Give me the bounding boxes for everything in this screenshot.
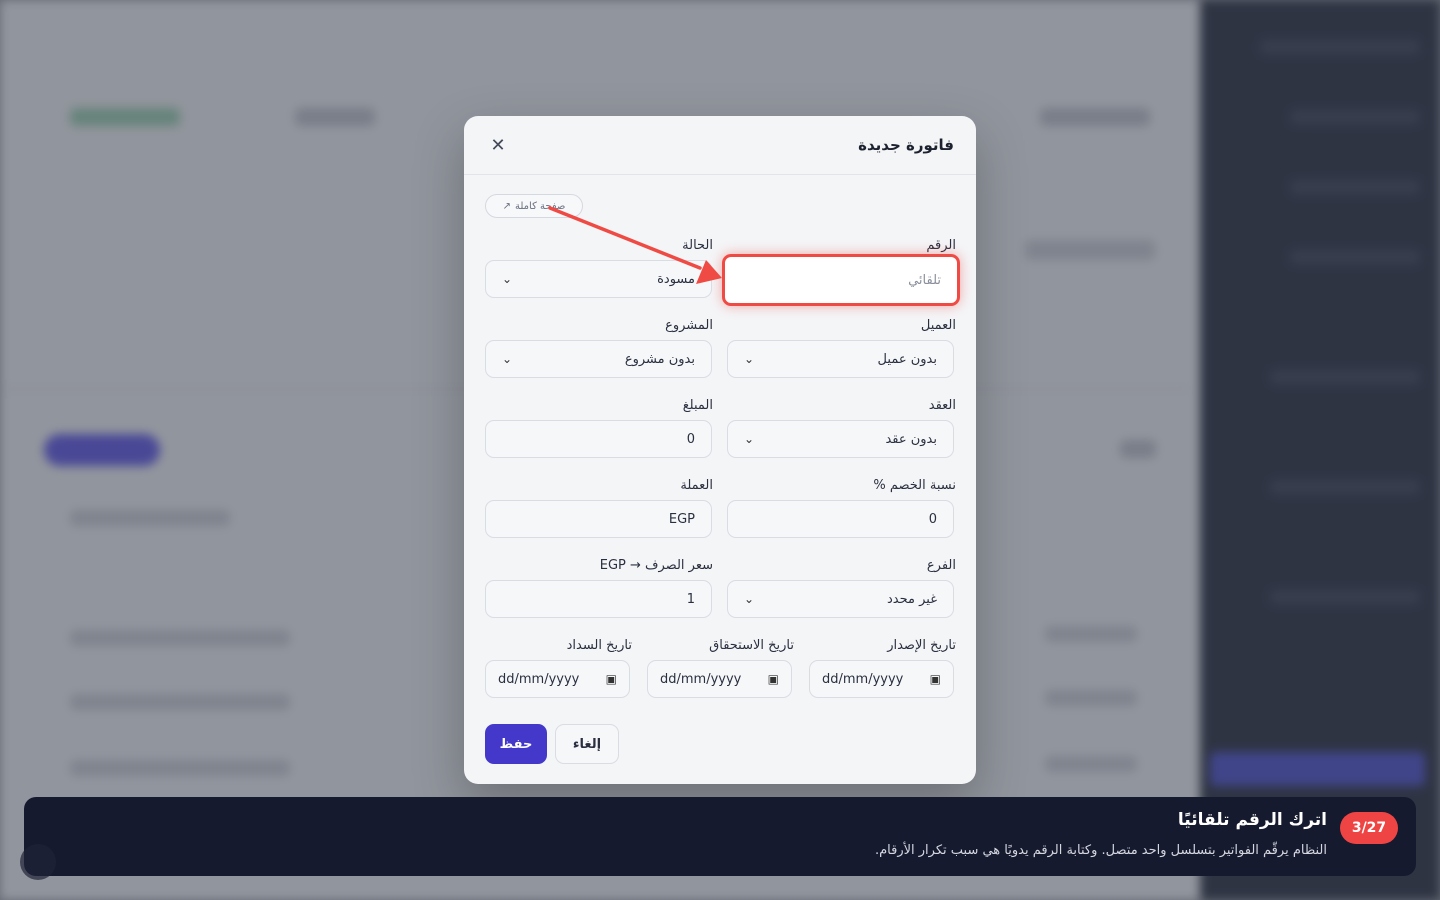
issue-date-value: dd/mm/yyyy: [822, 671, 904, 687]
branch-select[interactable]: غير محدد ⌄: [727, 580, 954, 618]
chevron-down-icon: ⌄: [744, 592, 755, 606]
full-page-button[interactable]: صفحة كاملة ↗: [485, 194, 583, 218]
calendar-icon[interactable]: ▣: [768, 672, 779, 686]
help-button[interactable]: [20, 844, 56, 880]
currency-value: EGP: [668, 511, 695, 527]
number-input[interactable]: [725, 257, 957, 303]
discount-label: نسبة الخصم %: [873, 478, 956, 493]
exchange-rate-input[interactable]: 1: [485, 580, 712, 618]
cancel-button[interactable]: إلغاء: [555, 724, 619, 764]
chevron-down-icon: ⌄: [502, 352, 513, 366]
tour-title: اترك الرقم تلقائيًا: [1177, 810, 1327, 830]
full-page-label: صفحة كاملة: [515, 200, 566, 212]
number-field-highlight: [722, 254, 960, 306]
amount-value: 0: [686, 431, 695, 447]
due-date-value: dd/mm/yyyy: [660, 671, 742, 687]
exchange-rate-value: 1: [686, 591, 695, 607]
status-select[interactable]: مسودة ⌄: [485, 260, 712, 298]
payment-date-label: تاريخ السداد: [566, 638, 632, 653]
discount-value: 0: [928, 511, 937, 527]
project-value: بدون مشروع: [624, 351, 695, 367]
calendar-icon[interactable]: ▣: [606, 672, 617, 686]
new-invoice-modal: فاتورة جديدة ✕ صفحة كاملة ↗ الرقم الحالة…: [464, 116, 976, 784]
amount-label: المبلغ: [682, 398, 713, 413]
project-label: المشروع: [665, 318, 713, 333]
tour-description: النظام يرقّم الفواتير بتسلسل واحد متصل. …: [874, 843, 1327, 858]
branch-label: الفرع: [926, 558, 956, 573]
due-date-input[interactable]: dd/mm/yyyy ▣: [647, 660, 792, 698]
currency-input[interactable]: EGP: [485, 500, 712, 538]
amount-input[interactable]: 0: [485, 420, 712, 458]
status-label: الحالة: [682, 238, 713, 253]
close-icon[interactable]: ✕: [486, 135, 510, 156]
client-value: بدون عميل: [877, 351, 937, 367]
external-link-icon: ↗: [502, 200, 511, 212]
tour-banner: 3/27 اترك الرقم تلقائيًا النظام يرقّم ال…: [24, 797, 1416, 876]
number-label: الرقم: [926, 238, 956, 253]
tour-step-badge: 3/27: [1340, 812, 1398, 844]
contract-label: العقد: [928, 398, 956, 413]
modal-title: فاتورة جديدة: [858, 136, 954, 154]
issue-date-input[interactable]: dd/mm/yyyy ▣: [809, 660, 954, 698]
branch-value: غير محدد: [887, 591, 937, 607]
modal-header: فاتورة جديدة ✕: [464, 116, 976, 175]
client-select[interactable]: بدون عميل ⌄: [727, 340, 954, 378]
chevron-down-icon: ⌄: [744, 352, 755, 366]
discount-input[interactable]: 0: [727, 500, 954, 538]
save-button[interactable]: حفظ: [485, 724, 547, 764]
due-date-label: تاريخ الاستحقاق: [709, 638, 794, 653]
client-label: العميل: [920, 318, 956, 333]
project-select[interactable]: بدون مشروع ⌄: [485, 340, 712, 378]
contract-select[interactable]: بدون عقد ⌄: [727, 420, 954, 458]
issue-date-label: تاريخ الإصدار: [887, 638, 956, 653]
status-value: مسودة: [657, 271, 695, 287]
calendar-icon[interactable]: ▣: [930, 672, 941, 686]
chevron-down-icon: ⌄: [744, 432, 755, 446]
contract-value: بدون عقد: [885, 431, 937, 447]
currency-label: العملة: [680, 478, 713, 493]
chevron-down-icon: ⌄: [502, 272, 513, 286]
payment-date-input[interactable]: dd/mm/yyyy ▣: [485, 660, 630, 698]
exchange-rate-label: سعر الصرف → EGP: [599, 558, 713, 573]
payment-date-value: dd/mm/yyyy: [498, 671, 580, 687]
